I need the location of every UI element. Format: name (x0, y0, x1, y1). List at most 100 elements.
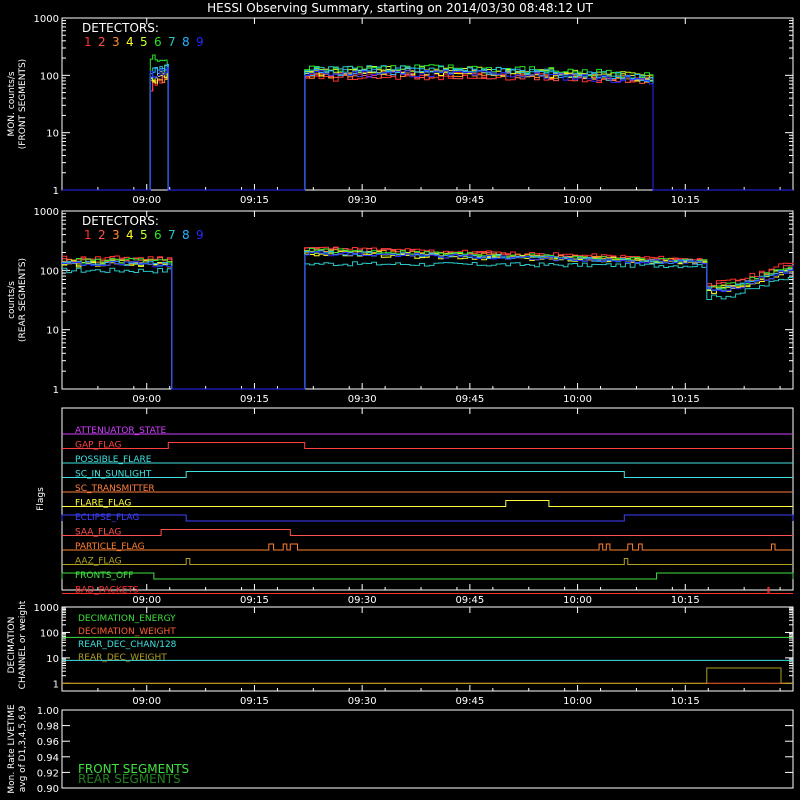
legend-entry-1: 1 (84, 228, 92, 242)
legend-entry-7: 7 (168, 35, 176, 49)
flag-line-fronts-off (61, 572, 794, 580)
legend-entry-5: 5 (140, 35, 148, 49)
decimation-panel-xtick-label: 09:45 (455, 696, 484, 707)
flags-panel-xtick-label: 09:30 (348, 595, 377, 606)
decimation-panel-xtick-label: 10:00 (563, 696, 592, 707)
flag-line-flare-flag (62, 500, 793, 507)
rear-ytick-label: 1 (53, 385, 59, 396)
flags-panel-xtick-label: 09:45 (455, 595, 484, 606)
legend-title: DETECTORS: (82, 214, 159, 228)
flags-panel-xtick-label: 09:15 (240, 595, 269, 606)
livetime-ytick-label: 0.90 (37, 784, 59, 795)
flag-label: ECLIPSE_FLAG (75, 513, 139, 523)
flag-label: FLARE_FLAG (75, 499, 131, 509)
front-panel-xtick-label: 09:45 (455, 195, 484, 206)
legend-title: DETECTORS: (82, 21, 159, 35)
rear-ytick-label: 10 (46, 326, 59, 337)
livetime-ytick-label: 0.98 (37, 722, 59, 733)
front-panel-xtick-label: 10:00 (563, 195, 592, 206)
legend-entry-9: 9 (196, 35, 204, 49)
decimation-ytick-label: 1 (53, 679, 59, 690)
legend-entry-2: 2 (98, 35, 106, 49)
rear-ytick-label: 1000 (34, 207, 59, 218)
livetime-ytick-label: 0.96 (37, 737, 59, 748)
front-series-4 (62, 67, 793, 191)
rear-series-9 (62, 251, 794, 390)
flags-panel-xtick-label: 10:15 (671, 595, 700, 606)
livetime-ytick-label: 0.92 (37, 768, 59, 779)
flag-label: AAZ_FLAG (75, 557, 122, 567)
decimation-panel-xtick-label: 09:30 (348, 696, 377, 707)
rear-panel-xtick-label: 09:30 (348, 394, 377, 405)
flag-label: FRONTS_OFF (75, 571, 133, 581)
rear-panel-xtick-label: 09:45 (455, 394, 484, 405)
legend-entry-9: 9 (196, 228, 204, 242)
legend-entry-4: 4 (126, 35, 134, 49)
front-ytick-label: 1000 (34, 14, 59, 25)
front-ytick-label: 1 (53, 186, 59, 197)
front-panel-xtick-label: 10:15 (671, 195, 700, 206)
decimation-panel-xtick-label: 09:00 (132, 696, 161, 707)
front-series-5 (62, 64, 793, 191)
legend-entry-2: 2 (98, 228, 106, 242)
flag-line-particle-flag (62, 543, 793, 551)
legend-entry-4: 4 (126, 228, 134, 242)
front-ytick-label: 100 (40, 71, 59, 82)
rear-panel-xtick-label: 09:15 (240, 394, 269, 405)
flag-line-sc-in-sunlight (62, 471, 793, 478)
decimation-panel-xtick-label: 09:15 (240, 696, 269, 707)
livetime-ylabel: Mon. Rate LIVETIME (7, 704, 17, 794)
front-ytick-label: 10 (46, 129, 59, 140)
flags-ylabel: Flags (36, 487, 46, 511)
flag-line-saa-flag (62, 529, 793, 536)
flag-label: ATTENUATOR_STATE (75, 426, 167, 436)
flag-line-eclipse-flag (61, 514, 794, 522)
decimation-legend-entry: REAR_DEC_WEIGHT (78, 653, 167, 663)
legend-entry-7: 7 (168, 228, 176, 242)
chart-layer: 09:00 09:15 09:30 09:45 10:00 10:151101001000… (7, 14, 794, 795)
flag-label: GAP_FLAG (75, 441, 121, 451)
flag-line-aaz-flag (62, 558, 793, 565)
decimation-ylabel: DECIMATION (7, 617, 17, 674)
front-series-8 (62, 64, 793, 191)
decimation-panel-xtick-label: 10:15 (671, 696, 700, 707)
livetime-ytick-label: 0.94 (37, 753, 59, 764)
hessi-summary-plot: HESSI Observing Summary, starting on 201… (7, 1, 794, 795)
decimation-ytick-label: 1000 (34, 603, 59, 614)
livetime-ylabel: avg of D1,3,4,5,6,9 (18, 705, 28, 792)
legend-entry-5: 5 (140, 228, 148, 242)
livetime-ytick-label: 1.00 (37, 706, 59, 717)
front-series-9 (62, 66, 793, 191)
flag-label: POSSIBLE_FLARE (75, 455, 152, 465)
rear-ylabel: (REAR SEGMENTS) (18, 258, 28, 342)
legend-entry-8: 8 (182, 35, 190, 49)
front-panel-xtick-label: 09:30 (348, 195, 377, 206)
rear-panel-xtick-label: 09:00 (132, 394, 161, 405)
rear-ylabel: counts/s (7, 281, 17, 319)
rear-ytick-label: 100 (40, 266, 59, 277)
front-series-6 (62, 54, 793, 191)
legend-entry-6: 6 (154, 228, 162, 242)
decimation-ytick-label: 100 (40, 628, 59, 639)
legend-entry-8: 8 (182, 228, 190, 242)
front-ylabel: (FRONT SEGMENTS) (18, 59, 28, 149)
flag-label: SC_IN_SUNLIGHT (75, 470, 152, 480)
flag-label: SC_TRANSMITTER (75, 484, 155, 494)
decimation-ytick-label: 10 (46, 654, 59, 665)
chart-title: HESSI Observing Summary, starting on 201… (207, 1, 593, 15)
flag-label: SAA_FLAG (75, 528, 121, 538)
decimation-series-4 (62, 667, 793, 684)
flag-label: BAD_PACKETS (75, 586, 139, 596)
legend-entry-6: 6 (154, 35, 162, 49)
livetime-legend-entry: REAR SEGMENTS (78, 772, 181, 786)
rear-panel-xtick-label: 10:15 (671, 394, 700, 405)
legend-entry-3: 3 (112, 35, 120, 49)
front-panel-xtick-label: 09:15 (240, 195, 269, 206)
legend-entry-3: 3 (112, 228, 120, 242)
flag-label: PARTICLE_FLAG (75, 542, 145, 552)
front-series-7 (62, 64, 793, 191)
front-panel-xtick-label: 09:00 (132, 195, 161, 206)
flags-panel-xtick-label: 10:00 (563, 595, 592, 606)
decimation-ylabel: CHANNEL or weight (18, 600, 28, 689)
front-series-3 (62, 69, 793, 191)
